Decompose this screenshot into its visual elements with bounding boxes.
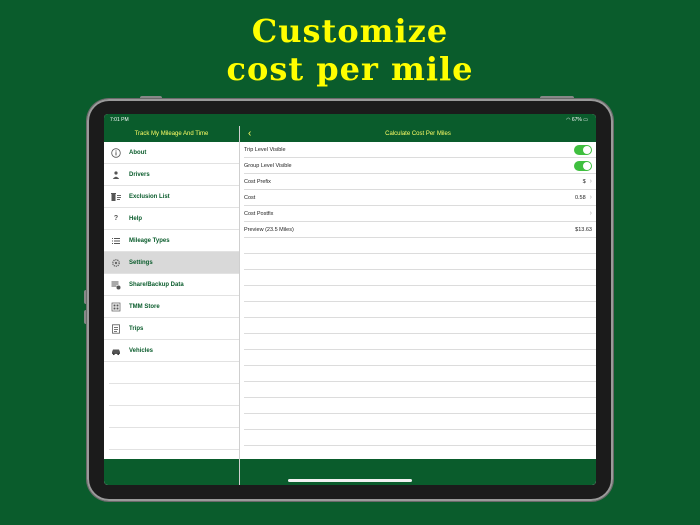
detail-empty-row xyxy=(244,270,596,286)
detail-empty-row xyxy=(244,414,596,430)
battery-icon: ▭ xyxy=(583,117,588,123)
detail-empty-row xyxy=(244,398,596,414)
setting-row-cost[interactable]: Cost 0.58 › xyxy=(244,190,596,206)
setting-row-cost-postfix[interactable]: Cost Postfix › xyxy=(244,206,596,222)
detail-empty-row xyxy=(244,366,596,382)
car-icon xyxy=(111,346,121,356)
sidebar-empty-row xyxy=(109,362,239,384)
sidebar-item-trips[interactable]: Trips xyxy=(104,318,239,340)
sidebar-item-mileage-types[interactable]: Mileage Types xyxy=(104,230,239,252)
home-indicator xyxy=(288,479,412,482)
wifi-icon: ◠ xyxy=(566,117,571,123)
driver-icon xyxy=(111,170,121,180)
status-right: ◠ 67% ▭ xyxy=(566,117,588,123)
sidebar-item-label: Help xyxy=(129,215,143,222)
setting-value: $ xyxy=(582,178,586,185)
sidebar-empty-row xyxy=(109,428,239,450)
sidebar-empty-row xyxy=(109,406,239,428)
setting-value: 0.58 xyxy=(574,194,586,201)
chevron-right-icon: › xyxy=(589,194,592,201)
trip-level-visible-toggle[interactable] xyxy=(574,144,592,155)
trips-icon xyxy=(111,323,121,334)
sidebar-footer xyxy=(104,459,239,485)
sidebar-title: Track My Mileage And Time xyxy=(104,126,239,142)
chevron-right-icon: › xyxy=(589,178,592,185)
sidebar-item-label: TMM Store xyxy=(129,303,160,310)
sidebar-item-label: Drivers xyxy=(129,171,150,178)
detail-empty-row xyxy=(244,286,596,302)
detail-empty-row xyxy=(244,334,596,350)
setting-row-trip-level-visible: Trip Level Visible xyxy=(244,142,596,158)
sidebar-item-help[interactable]: ? Help xyxy=(104,208,239,230)
preview-value: $13.63 xyxy=(575,226,592,233)
toggle-knob xyxy=(583,161,591,170)
gear-icon xyxy=(111,258,121,268)
toggle-knob xyxy=(583,145,591,154)
detail-empty-row xyxy=(244,350,596,366)
detail-empty-rows xyxy=(240,238,596,446)
detail-header: ‹ Calculate Cost Per Miles xyxy=(240,126,596,142)
sidebar-item-vehicles[interactable]: Vehicles xyxy=(104,340,239,362)
help-icon: ? xyxy=(113,215,119,222)
status-bar: 7:01 PM ◠ 67% ▭ xyxy=(104,114,596,126)
headline-line-2: cost per mile xyxy=(226,50,474,88)
sidebar: Track My Mileage And Time About Drivers … xyxy=(104,126,240,485)
share-backup-icon xyxy=(111,280,121,290)
setting-label: Preview (23.5 Miles) xyxy=(244,226,294,233)
chevron-right-icon: › xyxy=(589,210,592,217)
tablet-screen: 7:01 PM ◠ 67% ▭ Track My Mileage And Tim… xyxy=(104,114,596,485)
setting-label: Cost Postfix xyxy=(244,210,274,217)
list-icon xyxy=(111,236,121,246)
sidebar-item-label: Settings xyxy=(129,259,153,266)
sidebar-item-label: Exclusion List xyxy=(129,193,170,200)
setting-row-group-level-visible: Group Level Visible xyxy=(244,158,596,174)
store-icon xyxy=(111,302,121,312)
setting-label: Cost Prefix xyxy=(244,178,271,185)
sidebar-item-label: About xyxy=(129,149,147,156)
info-icon xyxy=(111,147,121,158)
detail-empty-row xyxy=(244,302,596,318)
sidebar-item-label: Vehicles xyxy=(129,347,154,354)
detail-empty-row xyxy=(244,318,596,334)
sidebar-item-label: Trips xyxy=(129,325,144,332)
sidebar-item-settings[interactable]: Settings xyxy=(104,252,239,274)
status-time: 7:01 PM xyxy=(110,117,129,123)
sidebar-item-label: Share/Backup Data xyxy=(129,281,184,288)
back-chevron-icon[interactable]: ‹ xyxy=(248,126,251,141)
sidebar-item-exclusion-list[interactable]: Exclusion List xyxy=(104,186,239,208)
detail-pane: ‹ Calculate Cost Per Miles Trip Level Vi… xyxy=(240,126,596,485)
setting-label: Trip Level Visible xyxy=(244,146,286,153)
setting-row-cost-prefix[interactable]: Cost Prefix $ › xyxy=(244,174,596,190)
detail-empty-row xyxy=(244,254,596,270)
sidebar-empty-row xyxy=(109,384,239,406)
sidebar-item-tmm-store[interactable]: TMM Store xyxy=(104,296,239,318)
detail-empty-row xyxy=(244,430,596,446)
group-level-visible-toggle[interactable] xyxy=(574,160,592,171)
detail-empty-row xyxy=(244,238,596,254)
sidebar-item-drivers[interactable]: Drivers xyxy=(104,164,239,186)
detail-title: Calculate Cost Per Miles xyxy=(385,131,451,137)
setting-label: Cost xyxy=(244,194,256,201)
sidebar-item-label: Mileage Types xyxy=(129,237,170,244)
battery-percent: 67% xyxy=(571,117,582,123)
exclusion-list-icon xyxy=(111,192,121,202)
sidebar-item-about[interactable]: About xyxy=(104,142,239,164)
sidebar-item-share-backup[interactable]: Share/Backup Data xyxy=(104,274,239,296)
detail-empty-row xyxy=(244,382,596,398)
setting-label: Group Level Visible xyxy=(244,162,292,169)
setting-row-preview: Preview (23.5 Miles) $13.63 xyxy=(244,222,596,238)
headline-line-1: Customize xyxy=(251,12,449,50)
